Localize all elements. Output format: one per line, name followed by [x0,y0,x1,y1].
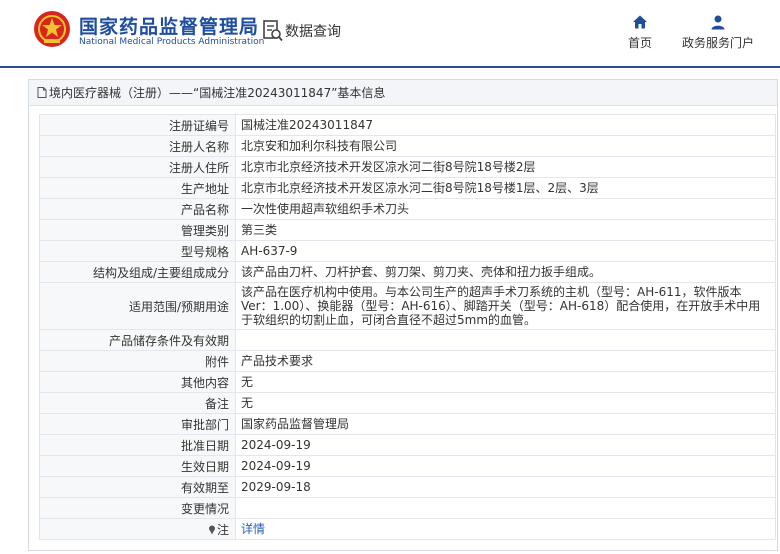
data-query-title: 数据查询 [285,24,341,40]
table-row: 生效日期 2024-09-19 [39,455,776,477]
table-row: 产品名称 一次性使用超声软组织手术刀头 [39,198,776,220]
field-label: 注册证编号 [39,114,236,136]
table-row: 适用范围/预期用途 该产品在医疗机构中使用。与本公司生产的超声手术刀系统的主机（型… [39,282,776,330]
detail-panel: 境内医疗器械（注册）——“国械注准20243011847”基本信息 注册证编号国… [28,79,778,551]
national-emblem-icon [34,11,70,47]
site-subtitle: National Medical Products Administration [79,37,265,47]
table-row: 生产地址 北京市北京经济技术开发区凉水河二街8号院18号楼1层、2层、3层 [39,177,776,199]
table-row: 审批部门 国家药品监督管理局 [39,413,776,435]
field-value: 无 [235,371,776,393]
table-row: 注册人名称 北京安和加利尔科技有限公司 [39,135,776,157]
site-header: 国家药品监督管理局 National Medical Products Admi… [0,0,780,66]
nav-home[interactable]: 首页 [620,14,660,51]
table-row: 变更情况 [39,497,776,519]
table-row: 注册人住所 北京市北京经济技术开发区凉水河二街8号院18号楼2层 [39,156,776,178]
field-label: 结构及组成/主要组成成分 [39,261,236,283]
field-label-note: 注 [39,518,236,540]
field-value: 国械注准20243011847 [235,114,776,136]
breadcrumb-text: 境内医疗器械（注册）——“国械注准20243011847”基本信息 [49,86,386,100]
header-divider [0,66,780,68]
field-value [235,329,776,351]
note-label: 注 [216,522,229,537]
field-label: 产品名称 [39,198,236,220]
table-row: 注册证编号 国械注准20243011847 [39,114,776,136]
field-value: 详情 [235,518,776,540]
table-row: 备注无 [39,392,776,414]
field-label: 备注 [39,392,236,414]
field-label: 审批部门 [39,413,236,435]
field-value: AH-637-9 [235,240,776,262]
table-row: 批准日期 2024-09-19 [39,434,776,456]
field-label: 附件 [39,350,236,372]
field-label: 注册人名称 [39,135,236,157]
site-title: 国家药品监督管理局 [79,16,260,38]
field-value: 2024-09-19 [235,434,776,456]
field-label: 其他内容 [39,371,236,393]
detail-table: 注册证编号 国械注准20243011847 注册人名称 北京安和加利尔科技有限公司 … [39,114,776,540]
pin-icon [208,525,215,534]
field-value: 北京市北京经济技术开发区凉水河二街8号院18号楼2层 [235,156,776,178]
nav-service-portal[interactable]: 政务服务门户 [676,14,760,51]
field-label: 适用范围/预期用途 [39,282,236,330]
data-query-icon [263,20,283,42]
nav-service-label: 政务服务门户 [681,36,754,50]
field-value: 无 [235,392,776,414]
table-row: 结构及组成/主要组成成分 该产品由刀杆、刀杆护套、剪刀架、剪刀夹、壳体和扭力扳手组… [39,261,776,283]
field-label: 变更情况 [39,497,236,519]
breadcrumb: 境内医疗器械（注册）——“国械注准20243011847”基本信息 [29,80,777,106]
field-value: 该产品在医疗机构中使用。与本公司生产的超声手术刀系统的主机（型号：AH-611，… [235,282,776,330]
field-label: 批准日期 [39,434,236,456]
user-icon [711,15,725,30]
table-row: 型号规格 AH-637-9 [39,240,776,262]
field-label: 产品储存条件及有效期 [39,329,236,351]
field-label: 有效期至 [39,476,236,498]
field-value: 2024-09-19 [235,455,776,477]
table-row: 附件 产品技术要求 [39,350,776,372]
field-value: 国家药品监督管理局 [235,413,776,435]
table-row: 管理类别 第三类 [39,219,776,241]
field-value [235,497,776,519]
field-value: 北京安和加利尔科技有限公司 [235,135,776,157]
field-value: 产品技术要求 [235,350,776,372]
table-row: 其他内容无 [39,371,776,393]
field-label: 注册人住所 [39,156,236,178]
field-value: 2029-09-18 [235,476,776,498]
field-value: 一次性使用超声软组织手术刀头 [235,198,776,220]
nav-home-label: 首页 [627,36,652,50]
table-row: 注 详情 [39,518,776,540]
field-value: 该产品由刀杆、刀杆护套、剪刀架、剪刀夹、壳体和扭力扳手组成。 [235,261,776,283]
document-icon [37,87,47,98]
field-label: 管理类别 [39,219,236,241]
home-icon [633,15,647,29]
details-link[interactable]: 详情 [241,522,265,536]
field-label: 生产地址 [39,177,236,199]
table-row: 产品储存条件及有效期 [39,329,776,351]
field-label: 生效日期 [39,455,236,477]
field-value: 北京市北京经济技术开发区凉水河二街8号院18号楼1层、2层、3层 [235,177,776,199]
table-row: 有效期至 2029-09-18 [39,476,776,498]
field-label: 型号规格 [39,240,236,262]
field-value: 第三类 [235,219,776,241]
